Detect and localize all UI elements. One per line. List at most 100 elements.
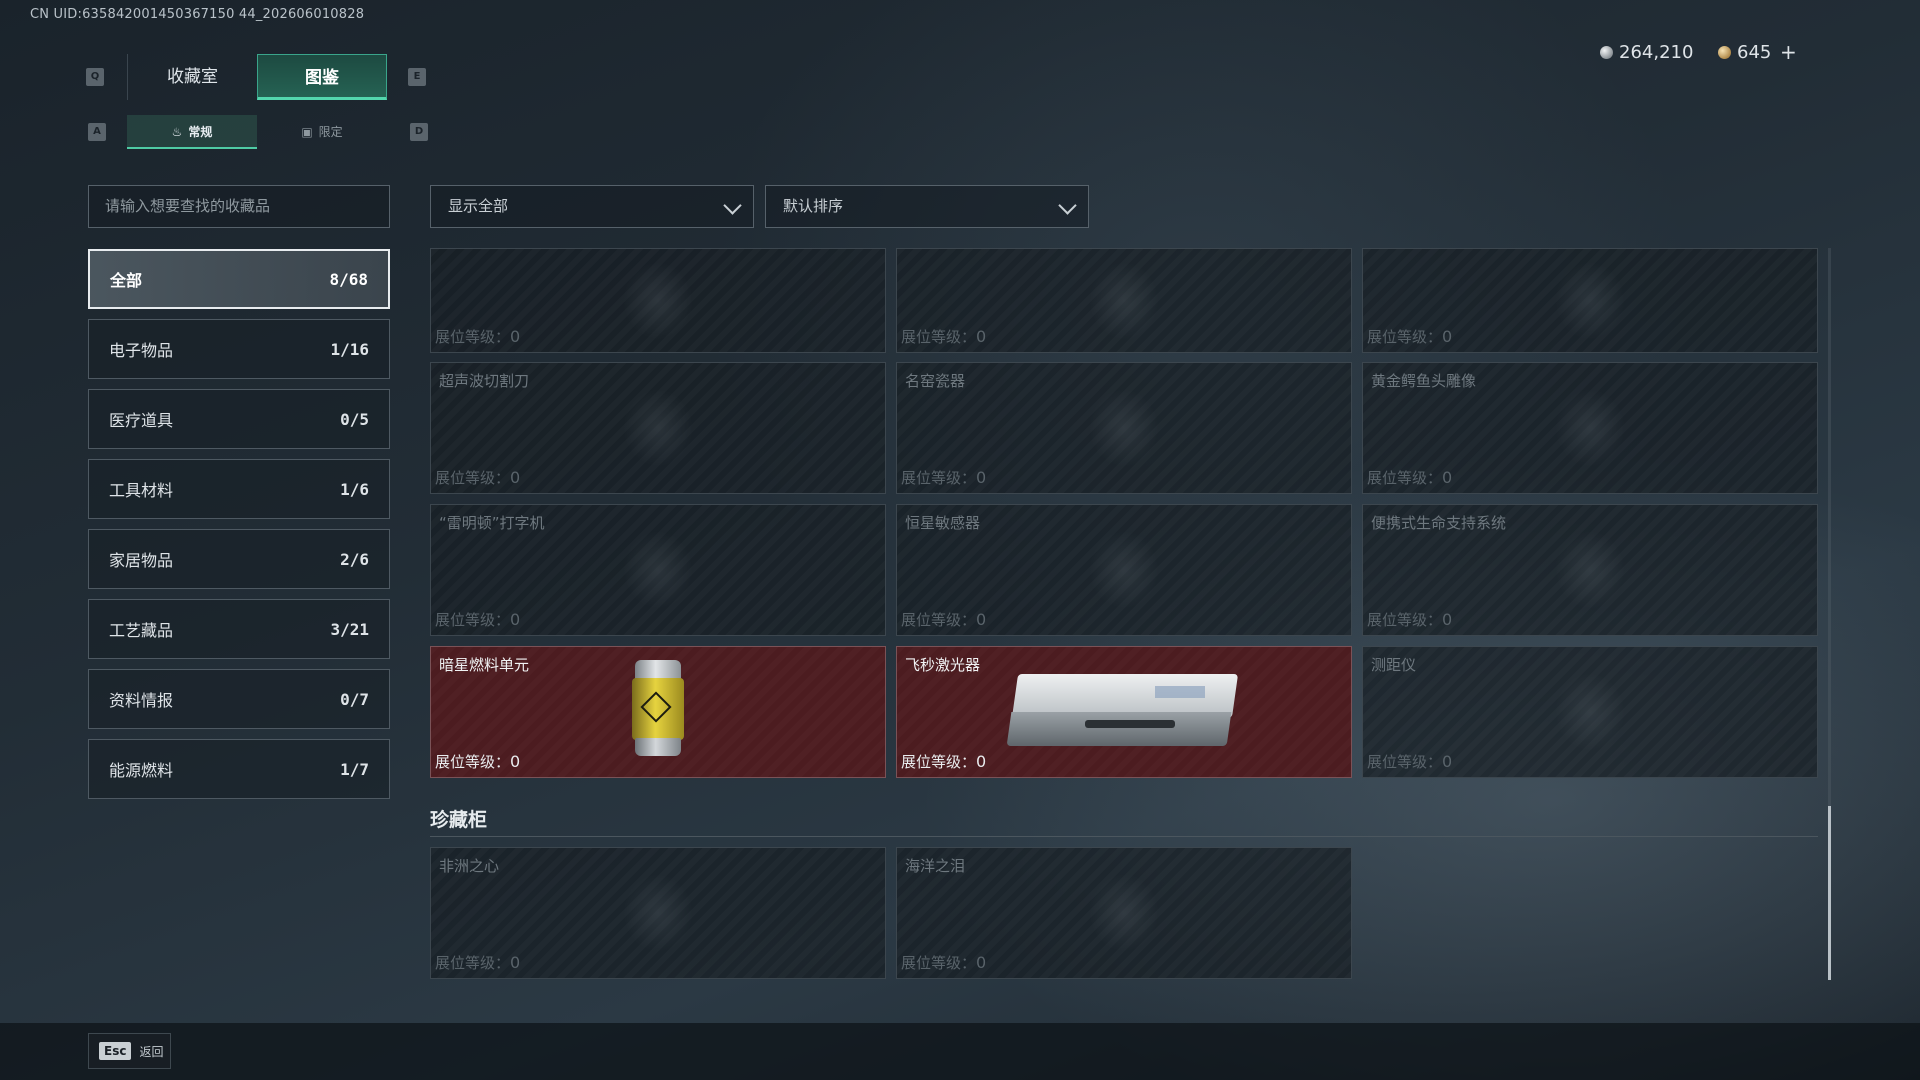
bottom-bar <box>0 1023 1920 1080</box>
key-hint-q: Q <box>86 68 104 86</box>
level-value: 0 <box>510 327 521 346</box>
key-hint-d: D <box>410 123 428 141</box>
level-label: 展位等级： <box>435 954 511 972</box>
item-silhouette-icon <box>1555 389 1625 467</box>
item-level: 展位等级：0 <box>435 952 520 973</box>
laser-device-icon <box>1005 668 1241 754</box>
item-name: 名窑瓷器 <box>905 372 966 390</box>
section-divider <box>430 836 1818 837</box>
item-level: 展位等级：0 <box>1367 326 1452 347</box>
item-silhouette-icon <box>1555 673 1625 751</box>
chevron-down-icon <box>1058 196 1077 215</box>
key-hint-a: A <box>88 123 106 141</box>
sort-dropdown-value: 默认排序 <box>783 197 844 215</box>
esc-key-hint: Esc <box>99 1042 132 1060</box>
item-card[interactable]: 展位等级：0 <box>1362 248 1818 353</box>
item-level: 展位等级：0 <box>901 326 986 347</box>
item-card[interactable]: “雷明顿”打字机 展位等级：0 <box>430 504 886 636</box>
silver-currency: 264,210 <box>1600 42 1693 63</box>
item-level: 展位等级：0 <box>435 609 520 630</box>
gold-amount: 645 <box>1737 42 1772 63</box>
item-level: 展位等级：0 <box>901 467 986 488</box>
item-level: 展位等级：0 <box>1367 751 1452 772</box>
category-crafts[interactable]: 工艺藏品 3/21 <box>88 599 390 659</box>
item-level: 展位等级：0 <box>901 751 986 772</box>
level-label: 展位等级： <box>901 328 977 346</box>
item-card[interactable]: 展位等级：0 <box>430 248 886 353</box>
category-intel[interactable]: 资料情报 0/7 <box>88 669 390 729</box>
filter-dropdown[interactable]: 显示全部 <box>430 185 754 228</box>
item-name: 便携式生命支持系统 <box>1371 514 1507 532</box>
item-level: 展位等级：0 <box>435 326 520 347</box>
item-card[interactable]: 超声波切割刀 展位等级：0 <box>430 362 886 494</box>
category-household[interactable]: 家居物品 2/6 <box>88 529 390 589</box>
key-hint-e: E <box>408 68 426 86</box>
sort-dropdown[interactable]: 默认排序 <box>765 185 1089 228</box>
fuel-canister-icon <box>629 660 687 758</box>
level-value: 0 <box>976 468 987 487</box>
category-label: 工艺藏品 <box>109 621 174 640</box>
item-card[interactable]: 测距仪 展位等级：0 <box>1362 646 1818 778</box>
level-label: 展位等级： <box>435 328 511 346</box>
category-label: 家居物品 <box>109 551 174 570</box>
back-button[interactable]: Esc 返回 <box>88 1033 171 1069</box>
item-card[interactable]: 便携式生命支持系统 展位等级：0 <box>1362 504 1818 636</box>
category-count: 2/6 <box>340 549 369 569</box>
filter-dropdown-value: 显示全部 <box>448 197 509 215</box>
category-label: 电子物品 <box>109 341 174 360</box>
level-value: 0 <box>510 752 521 771</box>
category-label: 工具材料 <box>109 481 174 500</box>
item-silhouette-icon <box>623 531 693 609</box>
item-level: 展位等级：0 <box>1367 467 1452 488</box>
item-level: 展位等级：0 <box>901 952 986 973</box>
category-count: 1/16 <box>330 339 369 359</box>
item-silhouette-icon <box>1555 261 1625 340</box>
item-name: 海洋之泪 <box>905 857 966 875</box>
cabinet-item-card[interactable]: 海洋之泪 展位等级：0 <box>896 847 1352 979</box>
search-input[interactable]: 请输入想要查找的收藏品 <box>88 185 390 228</box>
item-name: 黄金鳄鱼头雕像 <box>1371 372 1477 390</box>
item-level: 展位等级：0 <box>901 609 986 630</box>
level-value: 0 <box>976 610 987 629</box>
item-silhouette-icon <box>1089 389 1159 467</box>
tab-regular[interactable]: ♨ 常规 <box>127 115 257 149</box>
tab-limited[interactable]: ▣ 限定 <box>257 115 387 149</box>
category-energy[interactable]: 能源燃料 1/7 <box>88 739 390 799</box>
level-value: 0 <box>510 468 521 487</box>
level-label: 展位等级： <box>435 469 511 487</box>
level-value: 0 <box>976 953 987 972</box>
item-card[interactable]: 黄金鳄鱼头雕像 展位等级：0 <box>1362 362 1818 494</box>
category-medical[interactable]: 医疗道具 0/5 <box>88 389 390 449</box>
item-silhouette-icon <box>1089 874 1159 952</box>
level-value: 0 <box>510 953 521 972</box>
item-silhouette-icon <box>1089 261 1159 340</box>
category-electronics[interactable]: 电子物品 1/16 <box>88 319 390 379</box>
tab-regular-label: 常规 <box>188 125 213 139</box>
category-label: 全部 <box>110 271 143 290</box>
category-all[interactable]: 全部 8/68 <box>88 249 390 309</box>
tab-collection-room[interactable]: 收藏室 <box>127 54 257 100</box>
category-tools[interactable]: 工具材料 1/6 <box>88 459 390 519</box>
category-count: 1/7 <box>340 759 369 779</box>
add-currency-button[interactable]: + <box>1780 40 1797 64</box>
level-label: 展位等级： <box>901 954 977 972</box>
category-count: 0/5 <box>340 409 369 429</box>
category-count: 3/21 <box>330 619 369 639</box>
item-silhouette-icon <box>623 874 693 952</box>
chevron-down-icon <box>723 196 742 215</box>
cabinet-item-card[interactable]: 非洲之心 展位等级：0 <box>430 847 886 979</box>
scrollbar-thumb[interactable] <box>1828 806 1831 980</box>
item-silhouette-icon <box>1089 531 1159 609</box>
category-count: 8/68 <box>329 269 368 289</box>
level-label: 展位等级： <box>1367 328 1443 346</box>
tab-catalog[interactable]: 图鉴 <box>257 54 387 100</box>
item-card[interactable]: 名窑瓷器 展位等级：0 <box>896 362 1352 494</box>
level-label: 展位等级： <box>1367 611 1443 629</box>
item-card[interactable]: 展位等级：0 <box>896 248 1352 353</box>
level-label: 展位等级： <box>901 753 977 771</box>
back-label: 返回 <box>139 1044 164 1059</box>
item-silhouette-icon <box>623 261 693 340</box>
item-card[interactable]: 恒星敏感器 展位等级：0 <box>896 504 1352 636</box>
item-name: 飞秒激光器 <box>905 656 981 674</box>
item-level: 展位等级：0 <box>435 751 520 772</box>
